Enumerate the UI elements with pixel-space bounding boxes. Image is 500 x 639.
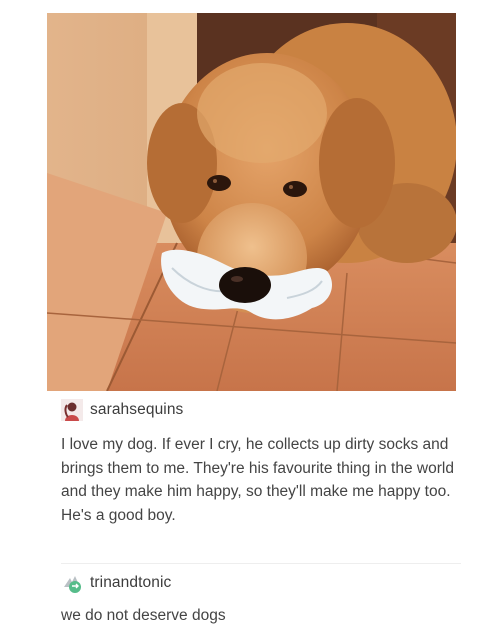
post-photo[interactable] <box>47 13 456 391</box>
username-link[interactable]: sarahsequins <box>90 401 183 419</box>
post-body-text: I love my dog. If ever I cry, he collect… <box>61 436 454 524</box>
tumblr-post: sarahsequins I love my dog. If ever I cr… <box>0 0 500 639</box>
reblog-header: trinandtonic <box>61 571 171 595</box>
post-body-text: we do not deserve dogs <box>61 607 226 624</box>
username-link[interactable]: trinandtonic <box>90 574 171 592</box>
user-avatar-icon[interactable] <box>61 399 83 421</box>
post-header: sarahsequins <box>61 398 183 422</box>
reblog-avatar-icon[interactable] <box>61 572 83 594</box>
dog-photo-illustration <box>47 13 456 391</box>
post-divider <box>61 563 461 564</box>
